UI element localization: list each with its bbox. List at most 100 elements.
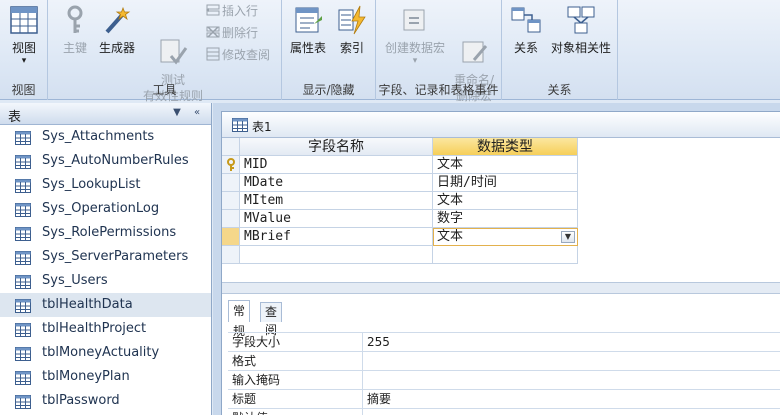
property-list: 字段大小 255 格式输入掩码标题 摘要默认值 bbox=[228, 332, 780, 415]
row-selector[interactable] bbox=[222, 192, 240, 210]
nav-item-sys-rolepermissions[interactable]: Sys_RolePermissions bbox=[0, 221, 211, 245]
view-button[interactable]: 视图 ▾ bbox=[4, 2, 44, 66]
nav-item-tblpassword[interactable]: tblPassword bbox=[0, 389, 211, 413]
object-dependencies-button[interactable]: 对象相关性 bbox=[546, 2, 616, 56]
data-type-cell[interactable]: 日期/时间 bbox=[433, 174, 578, 192]
tab-general[interactable]: 常规 bbox=[228, 300, 251, 338]
nav-item-label: Sys_LookupList bbox=[42, 177, 141, 192]
field-name-cell[interactable]: MID bbox=[240, 156, 433, 174]
row-selector[interactable] bbox=[222, 228, 240, 246]
table-row[interactable] bbox=[222, 246, 780, 264]
chevron-down-icon[interactable]: ▼ bbox=[561, 231, 575, 243]
row-selector[interactable] bbox=[222, 210, 240, 228]
field-name-cell[interactable]: MBrief bbox=[240, 228, 433, 246]
insert-row-label: 插入行 bbox=[222, 4, 259, 18]
data-type-cell[interactable] bbox=[433, 246, 578, 264]
nav-item-sys-attachments[interactable]: Sys_Attachments bbox=[0, 125, 211, 149]
property-value[interactable] bbox=[362, 371, 780, 389]
row-selector[interactable] bbox=[222, 156, 240, 174]
relationships-label: 关系 bbox=[513, 41, 538, 55]
field-name-cell[interactable] bbox=[240, 246, 433, 264]
field-name-cell[interactable]: MValue bbox=[240, 210, 433, 228]
property-row[interactable]: 输入掩码 bbox=[228, 370, 780, 389]
field-name-cell[interactable]: MDate bbox=[240, 174, 433, 192]
navigation-pane: 表 ▼ « Sys_Attachments Sys_AutoNumberRules… bbox=[0, 103, 212, 415]
modify-lookup-label: 修改查阅 bbox=[222, 48, 271, 62]
property-name: 标题 bbox=[232, 392, 257, 406]
property-sheet-label: 属性表 bbox=[289, 41, 326, 55]
delete-row-button[interactable]: 删除行 bbox=[206, 24, 258, 42]
table-row[interactable]: MItem 文本 bbox=[222, 192, 780, 210]
data-type-cell[interactable]: 数字 bbox=[433, 210, 578, 228]
nav-item-sys-lookuplist[interactable]: Sys_LookupList bbox=[0, 173, 211, 197]
validation-icon bbox=[157, 20, 189, 65]
relationships-button[interactable]: 关系 bbox=[508, 2, 544, 56]
nav-item-sys-autonumberrules[interactable]: Sys_AutoNumberRules bbox=[0, 149, 211, 173]
nav-item-label: Sys_Attachments bbox=[42, 129, 155, 144]
insert-row-button[interactable]: 插入行 bbox=[206, 2, 258, 20]
property-row[interactable]: 格式 bbox=[228, 351, 780, 370]
nav-item-tblmoneyplan[interactable]: tblMoneyPlan bbox=[0, 365, 211, 389]
delete-row-label: 删除行 bbox=[222, 26, 259, 40]
table-icon bbox=[15, 226, 31, 241]
chevron-down-icon[interactable]: ▼ bbox=[170, 106, 184, 120]
field-name-cell[interactable]: MItem bbox=[240, 192, 433, 210]
builder-button[interactable]: 生成器 bbox=[94, 2, 140, 56]
grid-select-all[interactable] bbox=[222, 138, 240, 156]
nav-item-label: tblHealthData bbox=[42, 297, 133, 312]
pane-splitter[interactable] bbox=[222, 282, 780, 294]
column-header-field-name[interactable]: 字段名称 bbox=[240, 138, 433, 156]
row-selector[interactable] bbox=[222, 174, 240, 192]
nav-item-sys-users[interactable]: Sys_Users bbox=[0, 269, 211, 293]
nav-title: 表 bbox=[8, 110, 22, 125]
property-row[interactable]: 默认值 bbox=[228, 408, 780, 415]
tab-lookup[interactable]: 查阅 bbox=[260, 302, 283, 337]
modify-lookup-button[interactable]: 修改查阅 bbox=[206, 46, 270, 64]
document-tab[interactable]: 表1 bbox=[222, 112, 780, 138]
property-value[interactable]: 255 bbox=[362, 333, 780, 351]
nav-item-sys-serverparameters[interactable]: Sys_ServerParameters bbox=[0, 245, 211, 269]
nav-item-tblmoneyactuality[interactable]: tblMoneyActuality bbox=[0, 341, 211, 365]
ribbon-group-tools: 主键 生成器 测试 有效性规则 插入行 删除行 修改查阅 工具 bbox=[48, 0, 282, 103]
table-row[interactable]: MValue 数字 bbox=[222, 210, 780, 228]
indexes-button[interactable]: 索引 bbox=[332, 2, 372, 56]
nav-item-sys-operationlog[interactable]: Sys_OperationLog bbox=[0, 197, 211, 221]
nav-item-label: tblMoneyPlan bbox=[42, 369, 130, 384]
table-icon bbox=[15, 154, 31, 169]
data-type-cell[interactable]: 文本 bbox=[433, 192, 578, 210]
table-icon bbox=[15, 370, 31, 385]
property-value[interactable] bbox=[362, 352, 780, 370]
data-type-combo[interactable]: ▼ bbox=[433, 228, 578, 246]
property-value[interactable] bbox=[362, 409, 780, 415]
property-value[interactable]: 摘要 bbox=[362, 390, 780, 408]
rename-macro-icon bbox=[458, 20, 490, 63]
nav-item-tblhealthproject[interactable]: tblHealthProject bbox=[0, 317, 211, 341]
property-row[interactable]: 标题 摘要 bbox=[228, 389, 780, 408]
lookup-icon bbox=[206, 47, 220, 61]
collapse-pane-icon[interactable]: « bbox=[190, 106, 204, 120]
property-name: 格式 bbox=[232, 354, 257, 368]
wand-icon bbox=[101, 4, 133, 36]
table-icon bbox=[15, 322, 31, 337]
property-row[interactable]: 字段大小 255 bbox=[228, 332, 780, 351]
table-design-window: 表1 字段名称 数据类型 MID 文本 MDate 日期/时间 MItem 文本 MValu… bbox=[221, 111, 780, 415]
property-name: 输入掩码 bbox=[232, 373, 281, 387]
column-header-data-type[interactable]: 数据类型 bbox=[433, 138, 578, 156]
insert-row-icon bbox=[206, 3, 220, 17]
nav-item-tblhealthdata[interactable]: tblHealthData bbox=[0, 293, 211, 317]
row-selector[interactable] bbox=[222, 246, 240, 264]
property-sheet-button[interactable]: 属性表 bbox=[286, 2, 330, 56]
table-row[interactable]: MDate 日期/时间 bbox=[222, 174, 780, 192]
nav-item-label: Sys_ServerParameters bbox=[42, 249, 189, 264]
table-row[interactable]: MBrief 文本 ▼ bbox=[222, 228, 780, 246]
table-icon bbox=[15, 130, 31, 145]
document-area: 表1 字段名称 数据类型 MID 文本 MDate 日期/时间 MItem 文本 MValu… bbox=[213, 103, 780, 415]
relationships-icon bbox=[510, 4, 542, 36]
primary-key-button[interactable]: 主键 bbox=[52, 2, 98, 56]
nav-item-label: Sys_RolePermissions bbox=[42, 225, 177, 240]
create-data-macro-button[interactable]: 创建数据宏 ▾ bbox=[380, 2, 450, 66]
view-icon bbox=[8, 4, 40, 36]
table-row[interactable]: MID 文本 bbox=[222, 156, 780, 174]
data-type-cell[interactable]: 文本 bbox=[433, 156, 578, 174]
object-dependencies-label: 对象相关性 bbox=[550, 41, 611, 55]
